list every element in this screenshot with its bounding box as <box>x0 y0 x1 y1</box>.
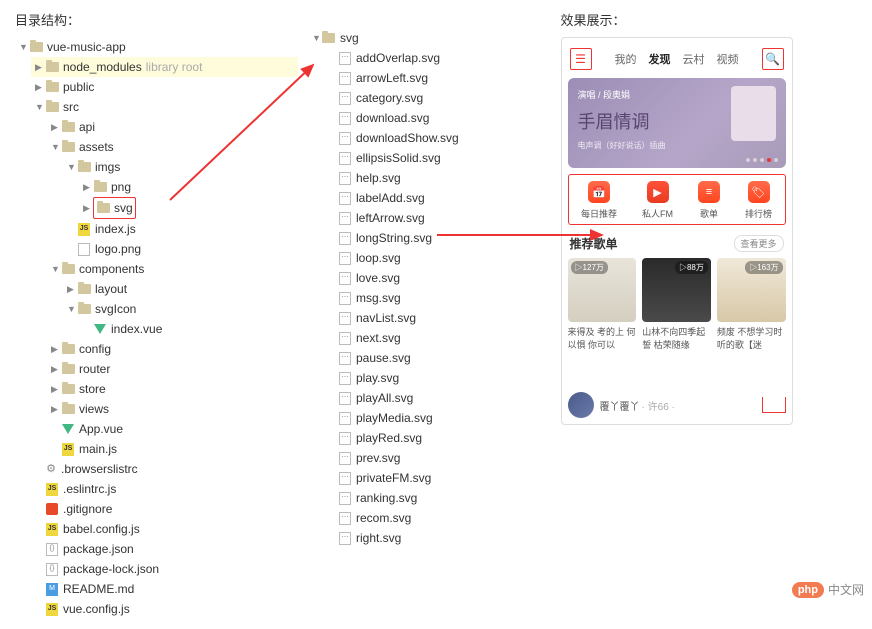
tree-config[interactable]: config <box>47 339 298 359</box>
menu-icon: ☰ <box>575 52 586 66</box>
tree-router[interactable]: router <box>47 359 298 379</box>
tab-cloud[interactable]: 云村 <box>683 51 705 67</box>
bottom-highlight <box>762 397 786 413</box>
play-icon: ▶ <box>647 181 669 203</box>
banner-subtitle: 演唱 / 段奥娟 <box>578 88 631 101</box>
tree-main-js[interactable]: JSmain.js <box>47 439 298 459</box>
avatar[interactable] <box>568 392 594 418</box>
watermark: php 中文网 <box>792 581 864 598</box>
icon-private-fm[interactable]: ▶私人FM <box>642 181 673 220</box>
username[interactable]: 覆丫覆丫· 许66 · <box>600 398 675 413</box>
tree-api[interactable]: api <box>47 117 298 137</box>
tree-assets[interactable]: assets <box>47 137 298 157</box>
tree-components[interactable]: components <box>47 259 298 279</box>
rec-more-button[interactable]: 查看更多 <box>734 235 784 252</box>
tree-root[interactable]: vue-music-app <box>15 37 298 57</box>
icon-ranking[interactable]: 🏷排行榜 <box>745 181 772 220</box>
tree-package-json[interactable]: {}package.json <box>31 539 298 559</box>
card-3[interactable]: ▷163万 频废 不想学习时听的歌【迷 <box>717 258 786 352</box>
tree-eslintrc[interactable]: JS.eslintrc.js <box>31 479 298 499</box>
rec-title: 推荐歌单 <box>570 235 618 252</box>
banner-dots[interactable] <box>746 158 778 162</box>
phone-tabs[interactable]: 我的 发现 云村 视频 <box>615 51 739 67</box>
search-icon: 🔍 <box>765 52 780 66</box>
banner-title: 手眉情调 <box>578 108 650 134</box>
list-icon: ≡ <box>698 181 720 203</box>
tree-app-vue[interactable]: App.vue <box>47 419 298 439</box>
icon-row: 📅每日推荐 ▶私人FM ≡歌单 🏷排行榜 <box>568 174 786 225</box>
phone-preview: ☰ 我的 发现 云村 视频 🔍 演唱 / 段奥娟 手眉情调 电声调（好好说话）插… <box>561 37 793 425</box>
banner-desc: 电声调（好好说话）插曲 <box>578 140 666 151</box>
tree-package-lock[interactable]: {}package-lock.json <box>31 559 298 579</box>
tree-babel[interactable]: JSbabel.config.js <box>31 519 298 539</box>
banner[interactable]: 演唱 / 段奥娟 手眉情调 电声调（好好说话）插曲 <box>568 78 786 168</box>
tree-svg[interactable]: svg <box>79 197 298 219</box>
tree-layout[interactable]: layout <box>63 279 298 299</box>
tab-video[interactable]: 视频 <box>717 51 739 67</box>
tree-index-js[interactable]: JSindex.js <box>63 219 298 239</box>
banner-image <box>731 86 776 141</box>
icon-playlist[interactable]: ≡歌单 <box>698 181 720 220</box>
tree-browserslistrc[interactable]: ⚙.browserslistrc <box>31 459 298 479</box>
tree-imgs[interactable]: imgs <box>63 157 298 177</box>
tree-src[interactable]: src <box>31 97 298 117</box>
heading-structure: 目录结构： <box>15 10 298 29</box>
tree-public[interactable]: public <box>31 77 298 97</box>
tree-logo-png[interactable]: logo.png <box>63 239 298 259</box>
tree-svgicon[interactable]: svgIcon <box>63 299 298 319</box>
gear-icon: ⚙ <box>45 463 57 476</box>
tab-my[interactable]: 我的 <box>615 51 637 67</box>
tree-index-vue[interactable]: index.vue <box>79 319 298 339</box>
watermark-badge: php <box>792 582 824 598</box>
card-2[interactable]: ▷88万 山林不向四季起誓 枯荣随缘 <box>642 258 711 352</box>
tab-discover[interactable]: 发现 <box>649 51 671 67</box>
tree-readme[interactable]: MREADME.md <box>31 579 298 599</box>
tag-icon: 🏷 <box>748 181 770 203</box>
calendar-icon: 📅 <box>588 181 610 203</box>
search-button[interactable]: 🔍 <box>762 48 784 70</box>
tree-node-modules[interactable]: node_moduleslibrary root <box>31 57 298 77</box>
svg-folder[interactable]: svg <box>308 28 551 48</box>
file-tree-svg[interactable]: svg ⋯addOverlap.svg⋯arrowLeft.svg⋯catego… <box>308 28 551 548</box>
icon-daily-rec[interactable]: 📅每日推荐 <box>581 181 617 220</box>
menu-button[interactable]: ☰ <box>570 48 592 70</box>
file-tree-main[interactable]: vue-music-app node_moduleslibrary root p… <box>15 37 298 619</box>
heading-preview: 效果展示： <box>561 10 857 29</box>
card-1[interactable]: ▷127万 来得及 考的上 何以惧 你可以 <box>568 258 637 352</box>
tree-store[interactable]: store <box>47 379 298 399</box>
tree-views[interactable]: views <box>47 399 298 419</box>
tree-gitignore[interactable]: .gitignore <box>31 499 298 519</box>
tree-png[interactable]: png <box>79 177 298 197</box>
tree-vue-config[interactable]: JSvue.config.js <box>31 599 298 619</box>
